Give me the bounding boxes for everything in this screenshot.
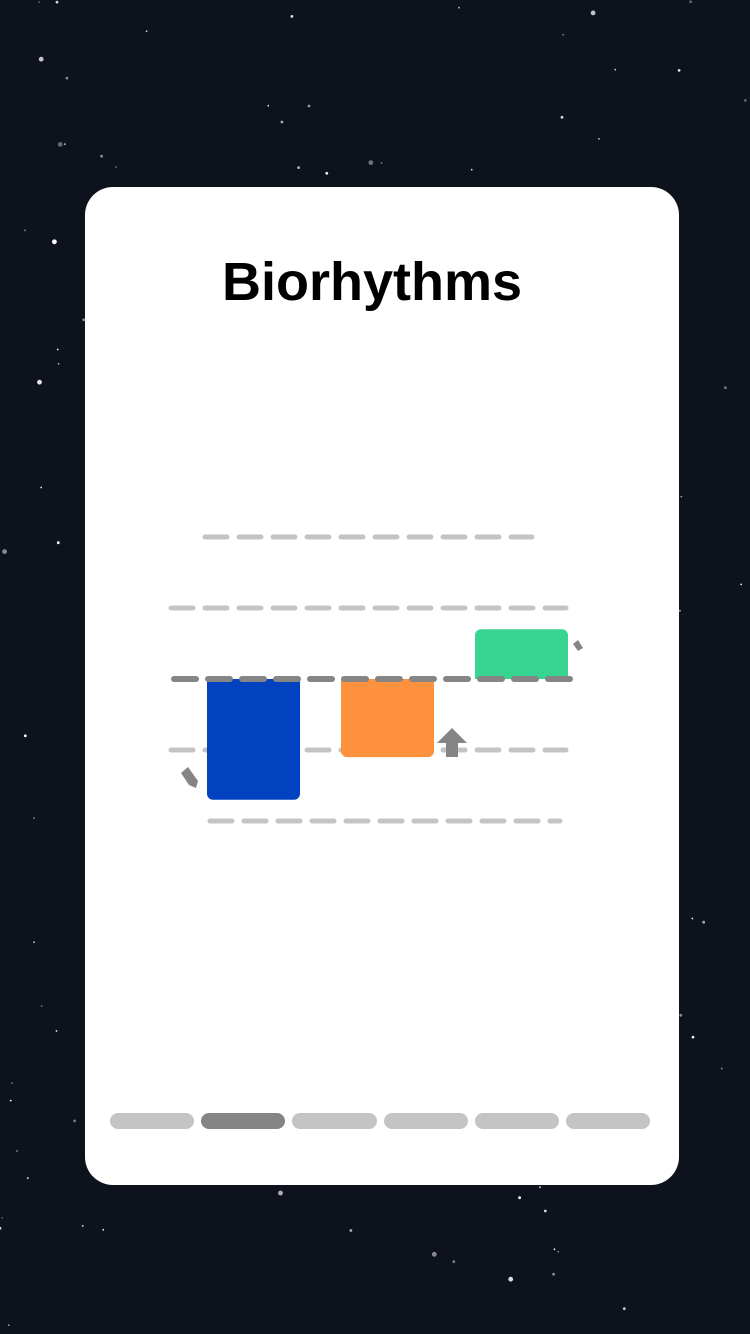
star bbox=[539, 1186, 541, 1188]
chart-bar[interactable] bbox=[475, 629, 568, 679]
star bbox=[508, 1276, 514, 1282]
star bbox=[24, 229, 26, 232]
star bbox=[297, 166, 300, 170]
app-screen: Biorhythms bbox=[0, 0, 750, 1334]
star bbox=[73, 1119, 76, 1123]
pager-dot[interactable] bbox=[474, 1113, 559, 1129]
star bbox=[33, 817, 35, 819]
star bbox=[11, 1082, 13, 1084]
star bbox=[56, 541, 60, 545]
star bbox=[0, 1226, 2, 1230]
star bbox=[614, 68, 617, 71]
star bbox=[325, 171, 329, 175]
star bbox=[679, 1013, 683, 1017]
star bbox=[145, 30, 148, 33]
pager-dot[interactable] bbox=[292, 1113, 377, 1129]
star bbox=[557, 1250, 560, 1253]
star bbox=[380, 162, 383, 164]
chart-bar[interactable] bbox=[341, 679, 434, 758]
star bbox=[452, 1260, 456, 1263]
chart-bar[interactable] bbox=[207, 679, 300, 800]
star bbox=[100, 154, 103, 158]
star bbox=[40, 1005, 43, 1007]
star bbox=[307, 104, 311, 108]
star bbox=[280, 120, 284, 124]
star bbox=[1, 1217, 4, 1219]
star bbox=[744, 99, 747, 102]
pager-dot[interactable] bbox=[565, 1113, 651, 1129]
star bbox=[267, 104, 270, 107]
pager-dot[interactable] bbox=[383, 1113, 468, 1129]
star bbox=[458, 6, 460, 9]
star bbox=[702, 920, 706, 924]
star bbox=[81, 1225, 84, 1227]
star bbox=[290, 15, 294, 18]
star bbox=[55, 1030, 58, 1032]
star bbox=[7, 1324, 10, 1326]
star bbox=[349, 1229, 353, 1232]
star bbox=[278, 1190, 283, 1196]
star bbox=[38, 1, 40, 3]
star bbox=[562, 33, 565, 36]
star bbox=[740, 583, 743, 586]
card-title: Biorhythms bbox=[221, 252, 523, 312]
pager-dot[interactable] bbox=[110, 1113, 195, 1129]
star bbox=[679, 609, 681, 612]
star bbox=[680, 495, 683, 498]
star bbox=[52, 239, 57, 245]
star bbox=[691, 917, 694, 920]
star bbox=[33, 941, 35, 943]
star bbox=[552, 1272, 555, 1276]
star bbox=[26, 1177, 29, 1179]
star bbox=[57, 362, 60, 365]
star bbox=[9, 1099, 12, 1102]
star bbox=[37, 379, 42, 385]
star bbox=[598, 138, 600, 140]
star bbox=[102, 1228, 105, 1231]
star bbox=[677, 69, 681, 72]
star bbox=[56, 348, 59, 351]
star bbox=[115, 166, 117, 169]
star bbox=[691, 1035, 695, 1039]
star bbox=[560, 115, 564, 119]
star bbox=[40, 486, 43, 489]
star bbox=[470, 168, 473, 171]
star bbox=[518, 1196, 521, 1200]
star bbox=[553, 1248, 556, 1251]
star bbox=[38, 56, 44, 62]
star bbox=[57, 142, 63, 147]
star bbox=[65, 76, 69, 80]
star bbox=[23, 734, 27, 738]
star bbox=[720, 1067, 723, 1070]
pager-dot[interactable] bbox=[201, 1113, 286, 1129]
star bbox=[2, 549, 7, 554]
star bbox=[590, 10, 596, 16]
star bbox=[622, 1307, 626, 1311]
star bbox=[368, 160, 374, 166]
page-indicator bbox=[110, 1113, 651, 1129]
star bbox=[689, 0, 693, 4]
star bbox=[55, 0, 59, 4]
star bbox=[431, 1251, 437, 1257]
star bbox=[724, 386, 727, 390]
star bbox=[63, 143, 66, 146]
star bbox=[16, 1150, 18, 1152]
star bbox=[543, 1209, 547, 1213]
